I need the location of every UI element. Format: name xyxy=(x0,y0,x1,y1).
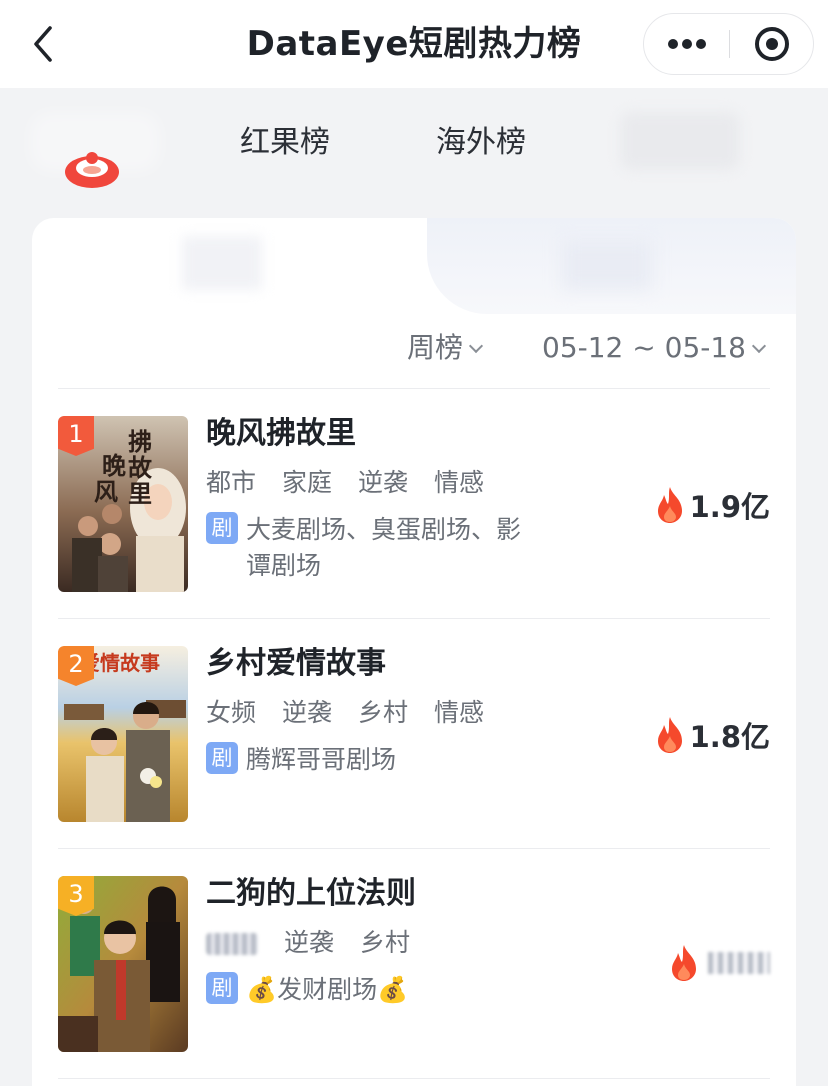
rank-badge: 2 xyxy=(58,646,94,686)
ranking-row[interactable]: 村爱情故事 2 乡村爱情故事 女频 逆袭 乡村 情感 剧 腾辉哥哥剧场 1.8亿 xyxy=(58,646,770,822)
drama-poster[interactable]: 拂 晚 故 风 里 1 xyxy=(58,416,188,592)
divider xyxy=(58,388,770,389)
svg-text:晚: 晚 xyxy=(102,451,126,480)
rank-badge: 1 xyxy=(58,416,94,456)
platform-text: 大麦剧场、臭蛋剧场、影 xyxy=(246,515,522,544)
record-circle-icon xyxy=(755,27,789,61)
heat-number: 1.9亿 xyxy=(689,490,770,524)
period-select[interactable]: 周榜 xyxy=(407,326,484,370)
heat-value: 1.8亿 xyxy=(654,714,770,754)
ranking-row[interactable]: 拂 晚 故 风 里 1 晚风拂故里 都市 家庭 逆袭 情感 剧 大麦剧场、臭蛋剧场、影… xyxy=(58,416,770,592)
mini-program-capsule xyxy=(643,13,814,75)
platform-text-line2: 谭剧场 xyxy=(246,551,322,580)
divider xyxy=(58,1078,770,1079)
period-label: 周榜 xyxy=(407,331,464,364)
divider xyxy=(58,848,770,849)
svg-text:拂: 拂 xyxy=(128,427,152,456)
more-dots-icon xyxy=(668,39,706,49)
blurred-tag xyxy=(206,933,258,955)
tag: 乡村 xyxy=(358,698,409,727)
platform-info: 剧 大麦剧场、臭蛋剧场、影 谭剧场 xyxy=(206,512,566,584)
tag: 都市 xyxy=(206,468,257,497)
blurred-card-tab xyxy=(182,236,262,290)
flame-icon xyxy=(672,945,696,981)
nav-bar: DataEye短剧热力榜 xyxy=(0,0,828,88)
tag: 家庭 xyxy=(282,468,333,497)
drama-title[interactable]: 晚风拂故里 xyxy=(206,416,356,452)
genre-tags: 女频 逆袭 乡村 情感 xyxy=(206,696,510,730)
date-range-select[interactable]: 05-12 ~ 05-18 xyxy=(542,326,767,370)
tag: 女频 xyxy=(206,698,257,727)
more-button[interactable] xyxy=(644,14,729,74)
platform-text: 腾辉哥哥剧场 xyxy=(246,745,397,774)
chevron-down-icon xyxy=(468,338,484,354)
tab-overseas[interactable]: 海外榜 xyxy=(436,120,526,166)
genre-tags: 都市 家庭 逆袭 情感 xyxy=(206,466,510,500)
blurred-heat-number xyxy=(708,952,770,974)
drama-poster[interactable]: 3 xyxy=(58,876,188,1052)
chevron-down-icon xyxy=(751,338,767,354)
platform-info: 剧 💰发财剧场💰 xyxy=(206,972,566,1008)
tag: 乡村 xyxy=(360,928,411,957)
blurred-card-tab-right xyxy=(562,240,652,290)
platform-info: 剧 腾辉哥哥剧场 xyxy=(206,742,566,778)
ranking-card: 周榜 05-12 ~ 05-18 拂 晚 故 风 里 1 晚风拂故里 都市 家庭… xyxy=(32,218,796,1086)
svg-text:故: 故 xyxy=(128,453,153,482)
platform-badge: 剧 xyxy=(206,512,238,544)
flame-icon xyxy=(657,717,682,753)
ranking-row[interactable]: 3 二狗的上位法则 逆袭 乡村 剧 💰发财剧场💰 xyxy=(58,876,770,1052)
platform-badge: 剧 xyxy=(206,742,238,774)
blurred-tab-right xyxy=(620,112,740,170)
tag: 逆袭 xyxy=(358,468,409,497)
drama-title[interactable]: 二狗的上位法则 xyxy=(206,876,416,912)
tab-hongguo[interactable]: 红果榜 xyxy=(240,120,330,166)
tag: 逆袭 xyxy=(284,928,335,957)
red-fruit-logo-icon[interactable] xyxy=(62,146,122,190)
rank-badge: 3 xyxy=(58,876,94,916)
svg-text:风: 风 xyxy=(94,477,118,506)
heat-value: 1.9亿 xyxy=(654,484,770,524)
flame-icon xyxy=(657,487,682,523)
tag: 情感 xyxy=(434,468,485,497)
platform-badge: 剧 xyxy=(206,972,238,1004)
heat-value xyxy=(668,944,770,984)
date-range-label: 05-12 ~ 05-18 xyxy=(542,331,746,364)
close-mini-program-button[interactable] xyxy=(730,14,814,74)
platform-text: 💰发财剧场💰 xyxy=(246,975,409,1004)
divider xyxy=(58,618,770,619)
drama-poster[interactable]: 村爱情故事 2 xyxy=(58,646,188,822)
drama-title[interactable]: 乡村爱情故事 xyxy=(206,646,386,682)
svg-text:里: 里 xyxy=(128,479,152,508)
genre-tags: 逆袭 乡村 xyxy=(206,926,436,960)
heat-number: 1.8亿 xyxy=(689,720,770,754)
tag: 情感 xyxy=(434,698,485,727)
tag: 逆袭 xyxy=(282,698,333,727)
